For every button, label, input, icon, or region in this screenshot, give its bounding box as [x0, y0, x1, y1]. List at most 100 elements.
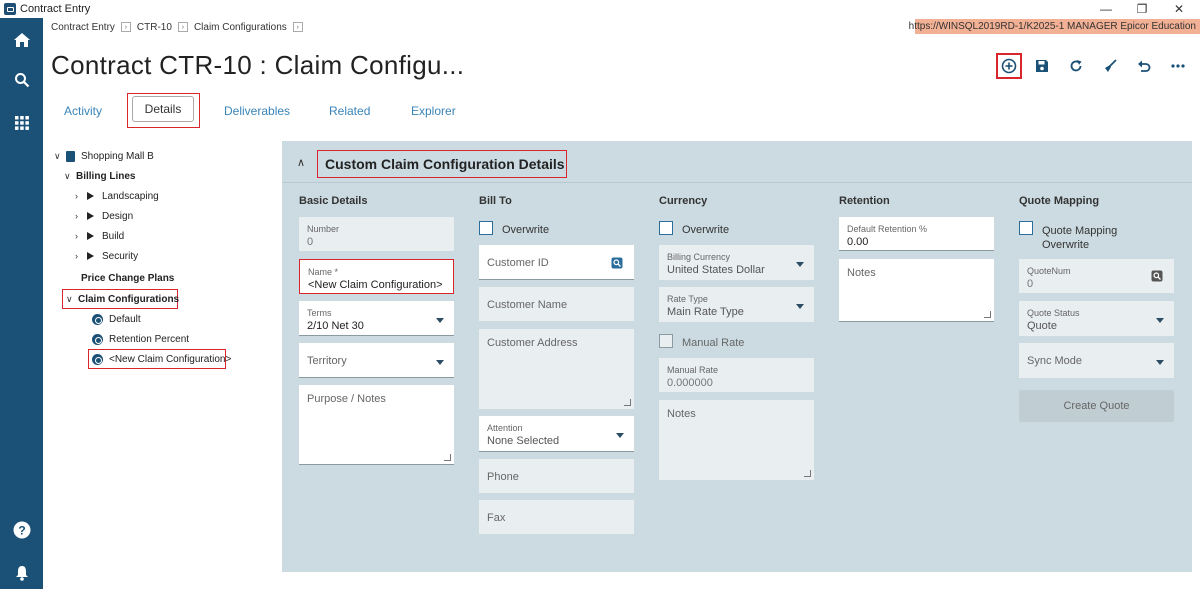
terms-value: 2/10 Net 30 — [307, 320, 364, 332]
billing-line-tag-icon — [87, 192, 94, 200]
quote-mapping-line2: Overwrite — [1042, 239, 1090, 251]
close-button[interactable]: ✕ — [1164, 0, 1194, 18]
chevron-up-icon[interactable]: ∧ — [297, 156, 305, 169]
tree-root-label: Shopping Mall B — [81, 150, 154, 162]
billing-line-tag-icon — [87, 212, 94, 220]
minimize-button[interactable]: — — [1091, 0, 1121, 18]
tree-item-landscaping[interactable]: › Landscaping — [75, 188, 159, 204]
chevron-down-icon[interactable]: ∨ — [64, 171, 76, 182]
bill-to-heading: Bill To — [479, 195, 512, 207]
tab-activity[interactable]: Activity — [64, 104, 102, 118]
quote-search-icon — [1151, 270, 1163, 282]
number-value: 0 — [307, 236, 314, 248]
purpose-notes-textarea[interactable]: Purpose / Notes — [299, 385, 454, 465]
tree-item-security[interactable]: › Security — [75, 248, 138, 264]
customer-id-field[interactable]: Customer ID — [479, 245, 634, 280]
add-new-icon[interactable] — [996, 53, 1022, 79]
resize-grip-icon[interactable] — [444, 454, 451, 461]
customer-address-field: Customer Address — [479, 329, 634, 409]
page-title: Contract CTR-10 : Claim Configu... — [51, 50, 465, 80]
tab-details[interactable]: Details — [132, 96, 194, 122]
territory-dropdown[interactable]: Territory — [299, 343, 454, 378]
billing-line-tag-icon — [87, 232, 94, 240]
chevron-down-icon[interactable]: ∨ — [54, 151, 66, 162]
tab-deliverables[interactable]: Deliverables — [224, 104, 290, 118]
panel-title: Custom Claim Configuration Details — [325, 156, 565, 172]
chevron-right-icon[interactable]: › — [75, 211, 87, 221]
resize-grip-icon — [804, 470, 811, 477]
chevron-right-icon[interactable]: › — [75, 231, 87, 241]
breadcrumb-chevron-icon: › — [292, 22, 303, 32]
manual-rate-value: 0.000000 — [667, 377, 713, 389]
customer-id-placeholder: Customer ID — [487, 257, 549, 269]
dropdown-caret-icon — [1156, 318, 1164, 323]
app-sidebar: ? — [0, 18, 43, 589]
billto-overwrite-checkbox[interactable] — [479, 221, 493, 235]
chevron-right-icon[interactable]: › — [75, 251, 87, 261]
tree-claim-default[interactable]: Default — [92, 311, 141, 327]
default-retention-field[interactable]: Default Retention % 0.00 — [839, 217, 994, 251]
breadcrumb-item-claim-configurations[interactable]: Claim Configurations — [194, 22, 287, 33]
rate-type-label: Rate Type — [667, 294, 708, 304]
tree-claim-retention-percent[interactable]: Retention Percent — [92, 331, 189, 347]
help-icon[interactable]: ? — [0, 515, 43, 545]
customer-address-placeholder: Customer Address — [487, 337, 578, 349]
search-icon[interactable] — [0, 65, 43, 95]
more-options-icon[interactable] — [1168, 56, 1188, 76]
apps-grid-icon[interactable] — [0, 108, 43, 138]
currency-overwrite-label: Overwrite — [682, 224, 730, 236]
billing-currency-label: Billing Currency — [667, 252, 731, 262]
manual-rate-check-label: Manual Rate — [682, 337, 745, 349]
tree-claim-configurations-label: Claim Configurations — [78, 293, 180, 305]
resize-grip-icon[interactable] — [984, 311, 991, 318]
tree-claim-new[interactable]: <New Claim Configuration> — [92, 351, 231, 367]
billto-overwrite-label: Overwrite — [502, 224, 550, 236]
window-title: Contract Entry — [20, 3, 91, 15]
notifications-bell-icon[interactable] — [0, 558, 43, 588]
quote-mapping-line1: Quote Mapping — [1042, 225, 1118, 237]
number-field: Number 0 — [299, 217, 454, 251]
tree-item-label: Design — [102, 210, 134, 222]
customer-search-icon[interactable] — [611, 257, 623, 269]
currency-overwrite-checkbox[interactable] — [659, 221, 673, 235]
create-quote-button[interactable]: Create Quote — [1019, 390, 1174, 422]
attention-label: Attention — [487, 423, 523, 433]
fax-field: Fax — [479, 500, 634, 534]
retention-notes-textarea[interactable]: Notes — [839, 259, 994, 322]
tree-item-design[interactable]: › Design — [75, 208, 133, 224]
tree-billing-lines[interactable]: ∨ Billing Lines — [64, 168, 135, 184]
terms-dropdown[interactable]: Terms 2/10 Net 30 — [299, 301, 454, 336]
default-retention-label: Default Retention % — [847, 224, 928, 234]
claim-config-icon — [92, 353, 103, 365]
tree-item-label: Retention Percent — [109, 333, 190, 345]
quote-mapping-overwrite-label: Quote Mapping Overwrite — [1042, 224, 1117, 252]
tree-billing-lines-label: Billing Lines — [76, 170, 136, 182]
number-label: Number — [307, 224, 340, 234]
breadcrumb-item-contract[interactable]: CTR-10 — [137, 22, 172, 33]
save-icon[interactable] — [1032, 56, 1052, 76]
tree-claim-configurations[interactable]: ∨ Claim Configurations — [66, 291, 179, 307]
sync-mode-placeholder: Sync Mode — [1027, 355, 1083, 367]
clear-broom-icon[interactable] — [1100, 56, 1120, 76]
chevron-down-icon[interactable]: ∨ — [66, 294, 78, 305]
tab-related[interactable]: Related — [329, 104, 370, 118]
quote-mapping-overwrite-checkbox[interactable] — [1019, 221, 1033, 235]
attention-dropdown[interactable]: Attention None Selected — [479, 416, 634, 452]
environment-info: https://WINSQL2019RD-1/K2025-1 MANAGER E… — [909, 19, 1200, 34]
breadcrumb-item-contract-entry[interactable]: Contract Entry — [51, 22, 115, 33]
customer-name-field: Customer Name — [479, 287, 634, 321]
dropdown-caret-icon — [436, 318, 444, 323]
tab-explorer[interactable]: Explorer — [411, 104, 456, 118]
undo-icon[interactable] — [1134, 56, 1154, 76]
tree-price-change-plans[interactable]: Price Change Plans — [81, 270, 174, 286]
quote-status-label: Quote Status — [1027, 308, 1080, 318]
name-field[interactable]: Name * <New Claim Configuration> — [299, 259, 454, 294]
chevron-right-icon[interactable]: › — [75, 191, 87, 201]
dropdown-caret-icon — [616, 433, 624, 438]
refresh-icon[interactable] — [1066, 56, 1086, 76]
tree-item-build[interactable]: › Build — [75, 228, 124, 244]
tree-root[interactable]: ∨ Shopping Mall B — [54, 148, 154, 164]
maximize-button[interactable]: ❐ — [1127, 0, 1157, 18]
terms-label: Terms — [307, 308, 332, 318]
home-icon[interactable] — [0, 25, 43, 55]
